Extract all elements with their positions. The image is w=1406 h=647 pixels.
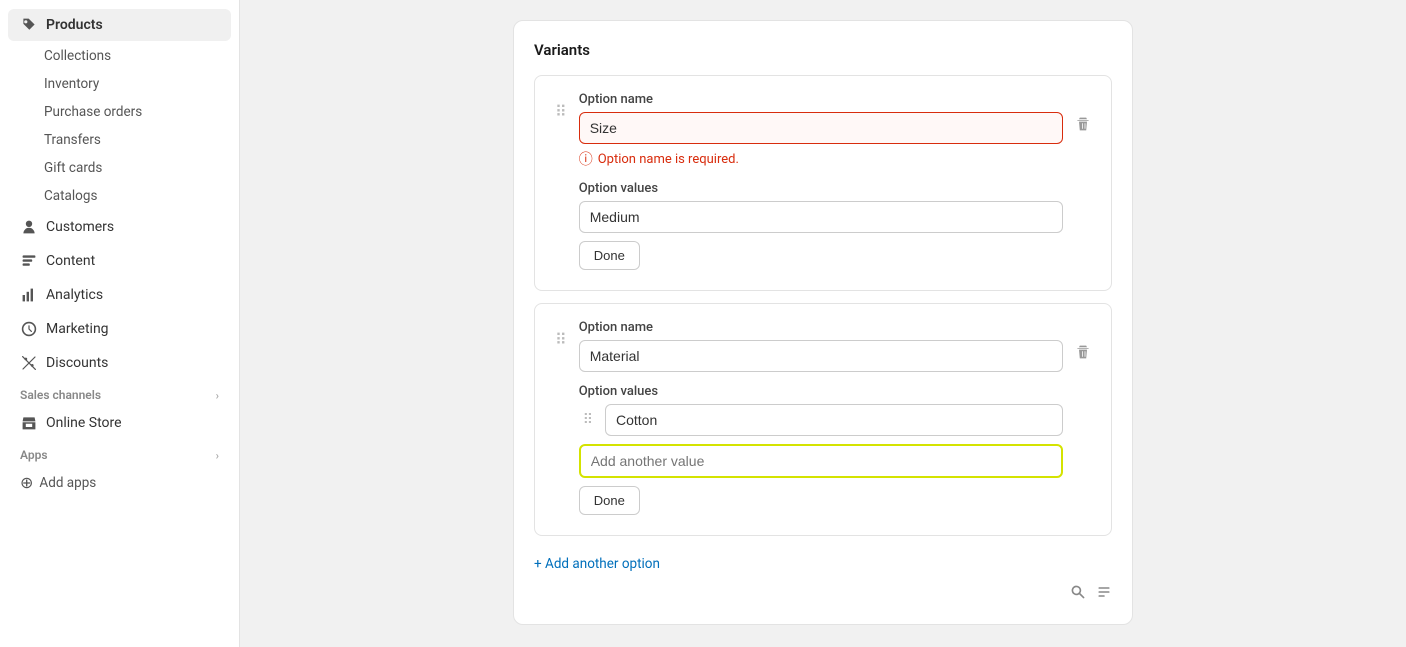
option2-values-section: Option values ⠿ <box>579 384 1063 478</box>
option1-name-input[interactable] <box>579 112 1063 144</box>
option2-value-row-1: ⠿ <box>579 404 1063 436</box>
sidebar-item-content[interactable]: Content <box>8 245 231 277</box>
trash-icon-1 <box>1075 116 1091 132</box>
drag-handle-value-1[interactable]: ⠿ <box>579 410 597 430</box>
tag-icon <box>20 16 38 34</box>
option1-values-label: Option values <box>579 181 1063 196</box>
bottom-actions <box>534 584 1112 604</box>
sidebar-item-products[interactable]: Products <box>8 9 231 41</box>
products-label: Products <box>46 17 103 33</box>
sidebar-item-transfers[interactable]: Transfers <box>8 127 231 153</box>
variants-card: Variants ⠿ Option name ⓘ Option name is … <box>513 20 1133 625</box>
option1-value-input-1[interactable] <box>579 201 1063 233</box>
store-icon <box>20 414 38 432</box>
content-icon <box>20 252 38 270</box>
option1-error: ⓘ Option name is required. <box>579 149 1063 169</box>
sales-channels-section: Sales channels › <box>0 380 239 406</box>
option2-name-label: Option name <box>579 320 1063 335</box>
apps-chevron[interactable]: › <box>216 449 219 462</box>
sidebar: Products Collections Inventory Purchase … <box>0 0 240 647</box>
option1-done-button[interactable]: Done <box>579 241 640 270</box>
option2-delete-button[interactable] <box>1071 340 1095 367</box>
add-apps-item[interactable]: ⊕ Add apps <box>8 467 231 498</box>
trash-icon-2 <box>1075 344 1091 360</box>
apps-section: Apps › <box>0 440 239 466</box>
option1-name-label: Option name <box>579 92 1063 107</box>
option2-values-label: Option values <box>579 384 1063 399</box>
sidebar-item-collections[interactable]: Collections <box>8 43 231 69</box>
list-icon[interactable] <box>1096 584 1112 604</box>
option2-name-input[interactable] <box>579 340 1063 372</box>
option-block-2: ⠿ Option name Option values ⠿ Done <box>534 303 1112 536</box>
sidebar-item-catalogs[interactable]: Catalogs <box>8 183 231 209</box>
sidebar-item-purchase-orders[interactable]: Purchase orders <box>8 99 231 125</box>
add-another-value-input[interactable] <box>579 444 1063 478</box>
plus-icon: ⊕ <box>20 473 33 492</box>
option1-values-section: Option values <box>579 181 1063 233</box>
sidebar-item-online-store[interactable]: Online Store <box>8 407 231 439</box>
drag-handle-1[interactable]: ⠿ <box>551 100 571 123</box>
sidebar-item-marketing[interactable]: Marketing <box>8 313 231 345</box>
sidebar-item-analytics[interactable]: Analytics <box>8 279 231 311</box>
discounts-icon <box>20 354 38 372</box>
sales-channels-chevron[interactable]: › <box>216 389 219 402</box>
add-another-option-link[interactable]: + Add another option <box>534 556 660 572</box>
variants-title: Variants <box>534 41 1112 59</box>
search-icon[interactable] <box>1070 584 1086 604</box>
option-block-1: ⠿ Option name ⓘ Option name is required.… <box>534 75 1112 291</box>
main-content: Variants ⠿ Option name ⓘ Option name is … <box>240 0 1406 647</box>
sidebar-item-inventory[interactable]: Inventory <box>8 71 231 97</box>
sidebar-item-discounts[interactable]: Discounts <box>8 347 231 379</box>
option2-done-button[interactable]: Done <box>579 486 640 515</box>
error-icon-1: ⓘ <box>579 149 593 169</box>
drag-handle-2[interactable]: ⠿ <box>551 328 571 351</box>
sidebar-item-gift-cards[interactable]: Gift cards <box>8 155 231 181</box>
option1-delete-button[interactable] <box>1071 112 1095 139</box>
marketing-icon <box>20 320 38 338</box>
option2-value-input-1[interactable] <box>605 404 1063 436</box>
analytics-icon <box>20 286 38 304</box>
person-icon <box>20 218 38 236</box>
sidebar-item-customers[interactable]: Customers <box>8 211 231 243</box>
